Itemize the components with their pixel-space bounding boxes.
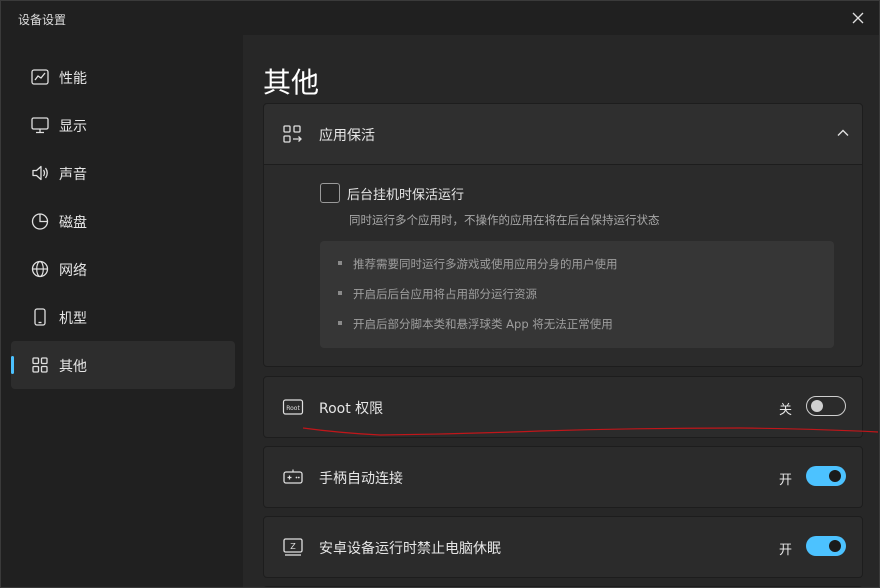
annotation-underline: [302, 427, 879, 436]
annotation-stroke: [302, 427, 879, 436]
